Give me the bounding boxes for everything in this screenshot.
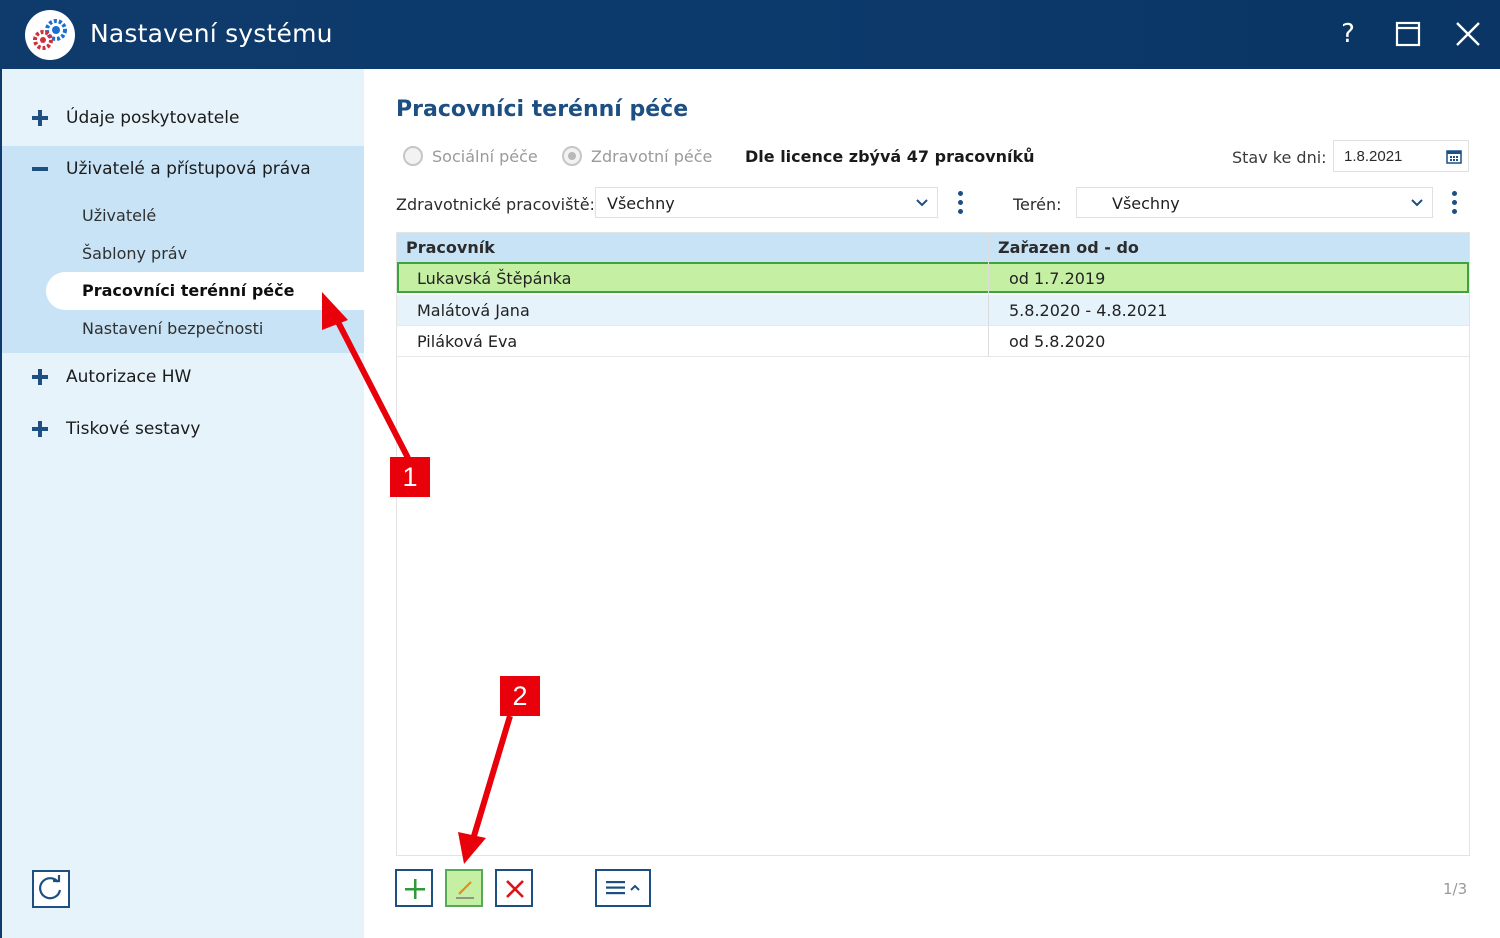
terrain-select[interactable]: Všechny	[1076, 187, 1433, 218]
sidebar-subitem-sablony-prav[interactable]: Šablony práv	[82, 244, 187, 263]
minus-icon	[32, 167, 48, 171]
sidebar-item-label: Uživatelé a přístupová práva	[66, 159, 311, 179]
add-button[interactable]	[395, 869, 433, 907]
cell-period: 5.8.2020 - 4.8.2021	[1009, 301, 1168, 320]
sidebar-item-autorizace-hw[interactable]: Autorizace HW	[0, 355, 364, 405]
chevron-down-icon	[1411, 199, 1423, 207]
workplace-filter-label: Zdravotnické pracoviště:	[396, 195, 595, 214]
sidebar-item-udaje-poskytovatele[interactable]: Údaje poskytovatele	[0, 96, 364, 146]
cell-period: od 5.8.2020	[1009, 332, 1106, 351]
cell-name: Lukavská Štěpánka	[417, 269, 572, 288]
refresh-icon	[39, 875, 62, 900]
table-row[interactable]: Lukavská Štěpánka od 1.7.2019	[397, 262, 1469, 293]
maximize-button[interactable]	[1388, 14, 1428, 54]
delete-button[interactable]	[495, 869, 533, 907]
table-row[interactable]: Piláková Eva od 5.8.2020	[397, 326, 1469, 357]
workplace-more-menu-icon[interactable]	[954, 190, 966, 216]
radio-zdravotni-pece-label: Zdravotní péče	[591, 147, 713, 166]
column-header-zarazen[interactable]: Zařazen od - do	[998, 238, 1139, 257]
plus-icon	[32, 369, 48, 385]
workers-table: Pracovník Zařazen od - do Lukavská Štěpá…	[396, 232, 1470, 856]
date-field[interactable]: 1.8.2021	[1333, 140, 1469, 172]
close-icon	[1456, 22, 1480, 46]
license-info: Dle licence zbývá 47 pracovníků	[745, 147, 1035, 166]
cell-name: Malátová Jana	[417, 301, 530, 320]
terrain-select-value: Všechny	[1112, 194, 1180, 213]
sidebar-subitem-uzivatele[interactable]: Uživatelé	[82, 206, 156, 225]
column-header-pracovnik[interactable]: Pracovník	[406, 238, 495, 257]
radio-zdravotni-pece[interactable]	[562, 146, 582, 166]
workplace-select-value: Všechny	[607, 194, 675, 213]
maximize-icon	[1395, 21, 1421, 47]
terrain-filter-label: Terén:	[1013, 195, 1062, 214]
table-header: Pracovník Zařazen od - do	[397, 233, 1469, 262]
plus-icon	[32, 110, 48, 126]
page-title: Pracovníci terénní péče	[396, 97, 689, 122]
table-row[interactable]: Malátová Jana 5.8.2020 - 4.8.2021	[397, 295, 1469, 326]
annotation-callout-2: 2	[500, 676, 540, 716]
delete-x-icon	[506, 880, 524, 898]
column-divider	[988, 233, 989, 357]
actions-menu-button[interactable]	[595, 869, 651, 907]
plus-icon	[405, 879, 425, 899]
title-bar: Nastavení systému ?	[0, 0, 1500, 69]
workplace-select[interactable]: Všechny	[595, 187, 938, 218]
close-button[interactable]	[1448, 14, 1488, 54]
sidebar-item-label: Údaje poskytovatele	[66, 108, 240, 128]
annotation-callout-1: 1	[390, 457, 430, 497]
pencil-icon	[456, 881, 474, 899]
app-logo-gears-icon	[25, 10, 75, 60]
radio-socialni-pece[interactable]	[403, 146, 423, 166]
cell-name: Piláková Eva	[417, 332, 518, 351]
refresh-button[interactable]	[32, 870, 70, 908]
hamburger-menu-icon	[606, 881, 640, 895]
calendar-icon[interactable]	[1446, 149, 1462, 164]
plus-icon	[32, 421, 48, 437]
edit-button[interactable]	[445, 869, 483, 907]
sidebar-item-label: Tiskové sestavy	[66, 419, 201, 439]
radio-socialni-pece-label: Sociální péče	[432, 147, 538, 166]
date-value: 1.8.2021	[1344, 148, 1403, 165]
sidebar-subitem-nastaveni-bezpecnosti[interactable]: Nastavení bezpečnosti	[82, 319, 263, 338]
terrain-more-menu-icon[interactable]	[1448, 190, 1460, 216]
pager-indicator: 1/3	[1443, 880, 1468, 898]
cell-period: od 1.7.2019	[1009, 269, 1106, 288]
sidebar-item-uzivatele-a-pristupova-prava[interactable]: Uživatelé a přístupová práva	[0, 147, 364, 197]
help-button[interactable]: ?	[1328, 14, 1368, 54]
window-title: Nastavení systému	[90, 19, 333, 48]
chevron-down-icon	[916, 199, 928, 207]
sidebar-subitem-pracovnici-terenni-pece[interactable]: Pracovníci terénní péče	[82, 281, 294, 300]
date-label: Stav ke dni:	[1232, 148, 1327, 167]
sidebar-item-tiskove-sestavy[interactable]: Tiskové sestavy	[0, 407, 364, 457]
sidebar-item-label: Autorizace HW	[66, 367, 192, 387]
